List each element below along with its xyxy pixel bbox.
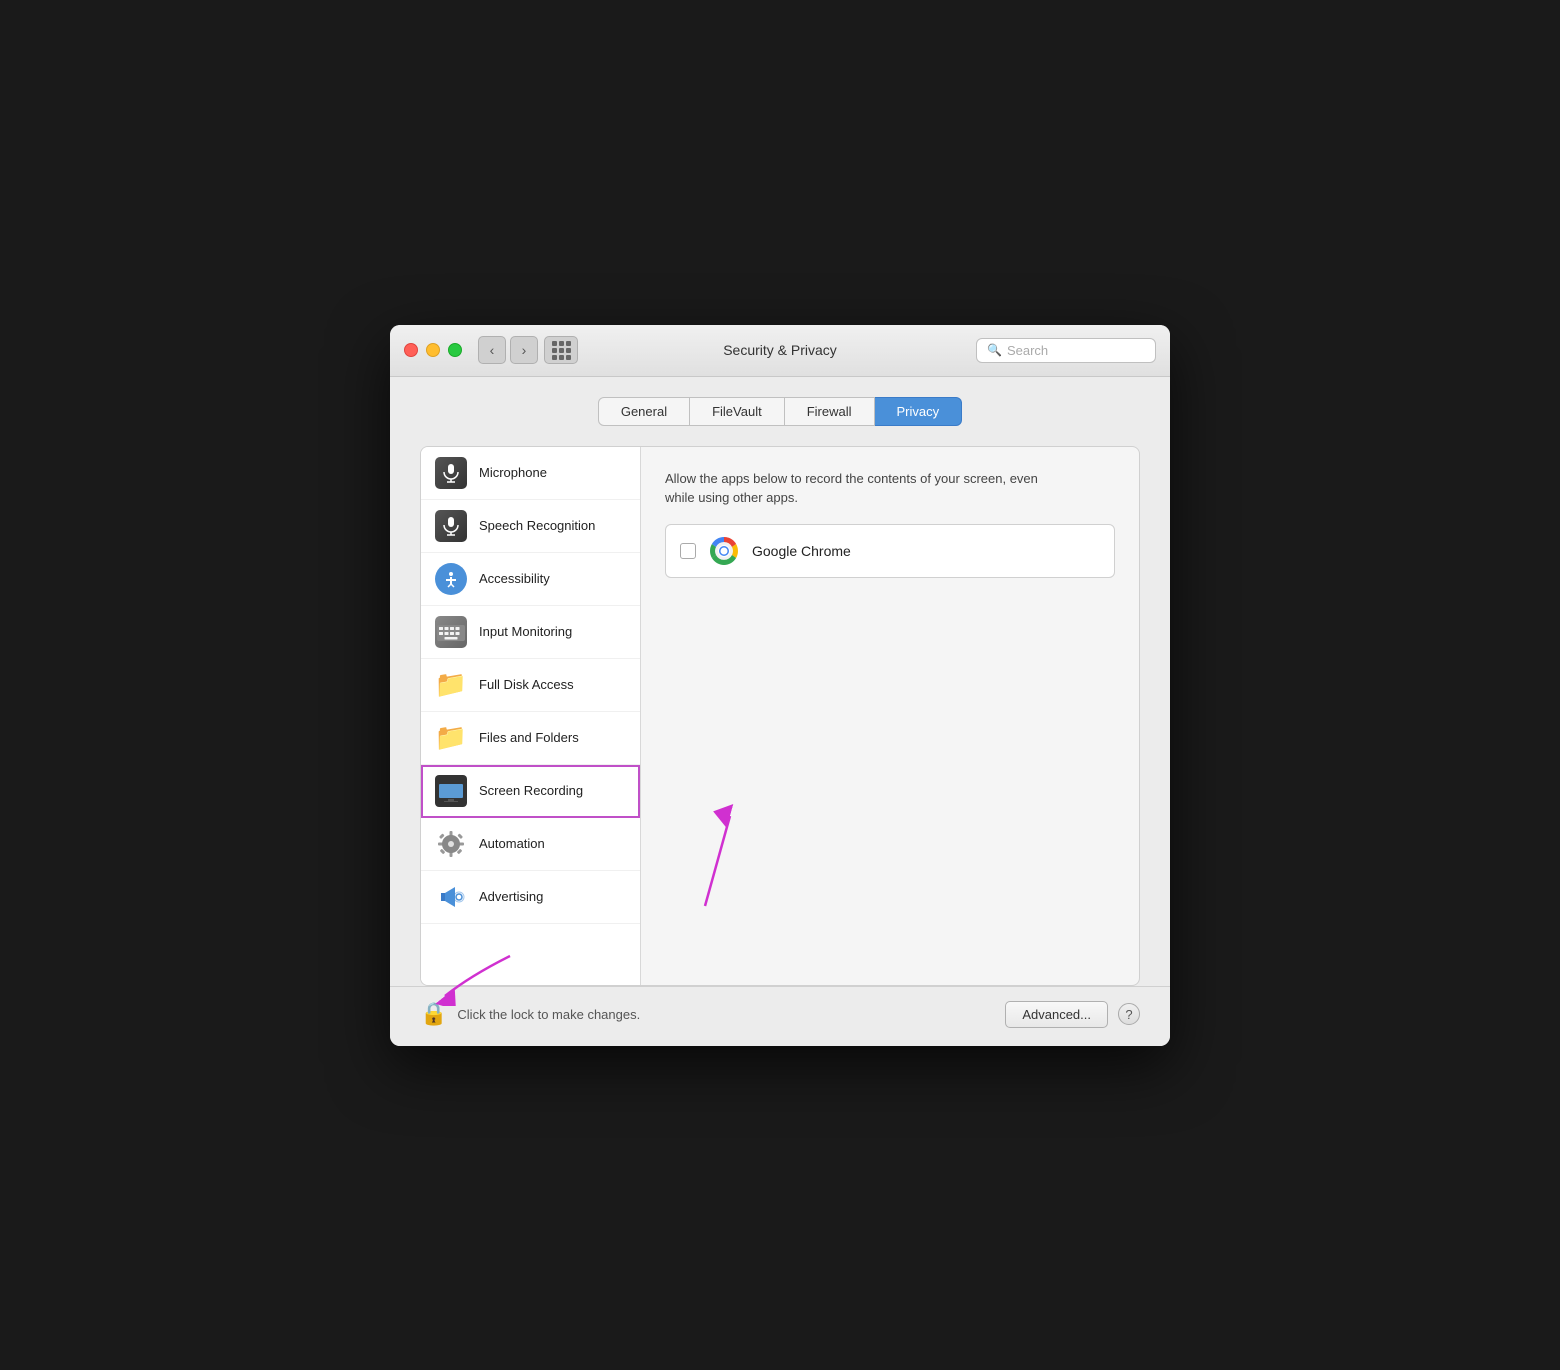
sidebar-item-full-disk[interactable]: 📁 Full Disk Access (421, 659, 640, 712)
sidebar-item-microphone[interactable]: Microphone (421, 447, 640, 500)
chrome-checkbox[interactable] (680, 543, 696, 559)
main-panel: Microphone Speech Recognition (420, 446, 1140, 986)
tab-privacy[interactable]: Privacy (875, 397, 963, 426)
lock-area: 🔒 Click the lock to make changes. (420, 1001, 640, 1027)
right-panel: Allow the apps below to record the conte… (641, 447, 1139, 985)
sidebar-label-automation: Automation (479, 836, 545, 851)
chrome-icon (708, 535, 740, 567)
close-button[interactable] (404, 343, 418, 357)
screen-recording-icon (435, 775, 467, 807)
sidebar-item-advertising[interactable]: Advertising (421, 871, 640, 924)
sidebar-label-full-disk: Full Disk Access (479, 677, 574, 692)
keyboard-icon (435, 616, 467, 648)
bottom-bar: 🔒 Click the lock to make changes. Advanc… (390, 986, 1170, 1046)
help-button[interactable]: ? (1118, 1003, 1140, 1025)
system-preferences-window: ‹ › Security & Privacy 🔍 General FileVau… (390, 325, 1170, 1046)
sidebar-item-automation[interactable]: Automation (421, 818, 640, 871)
tabs: General FileVault Firewall Privacy (420, 397, 1140, 426)
tab-general[interactable]: General (598, 397, 690, 426)
nav-buttons: ‹ › (478, 336, 538, 364)
window-title: Security & Privacy (723, 342, 837, 358)
app-row-chrome: Google Chrome (666, 525, 1114, 577)
sidebar-label-files-folders: Files and Folders (479, 730, 579, 745)
advanced-button[interactable]: Advanced... (1005, 1001, 1108, 1028)
sidebar: Microphone Speech Recognition (421, 447, 641, 985)
gear-icon (435, 828, 467, 860)
folder-files-icon: 📁 (435, 722, 467, 754)
apps-list: Google Chrome (665, 524, 1115, 578)
content-area: General FileVault Firewall Privacy (390, 377, 1170, 986)
tab-firewall[interactable]: Firewall (785, 397, 875, 426)
accessibility-icon (435, 563, 467, 595)
sidebar-item-files-folders[interactable]: 📁 Files and Folders (421, 712, 640, 765)
tab-filevault[interactable]: FileVault (690, 397, 785, 426)
sidebar-label-accessibility: Accessibility (479, 571, 550, 586)
back-button[interactable]: ‹ (478, 336, 506, 364)
description-text: Allow the apps below to record the conte… (665, 469, 1045, 508)
search-box[interactable]: 🔍 (976, 338, 1156, 363)
app-name-chrome: Google Chrome (752, 543, 851, 559)
sidebar-label-input-monitoring: Input Monitoring (479, 624, 572, 639)
folder-disk-icon: 📁 (435, 669, 467, 701)
megaphone-icon (435, 881, 467, 913)
minimize-button[interactable] (426, 343, 440, 357)
speech-icon (435, 510, 467, 542)
sidebar-label-screen-recording: Screen Recording (479, 783, 583, 798)
grid-button[interactable] (544, 336, 578, 364)
search-icon: 🔍 (987, 343, 1002, 357)
sidebar-item-accessibility[interactable]: Accessibility (421, 553, 640, 606)
sidebar-item-speech[interactable]: Speech Recognition (421, 500, 640, 553)
lock-text: Click the lock to make changes. (457, 1007, 640, 1022)
titlebar: ‹ › Security & Privacy 🔍 (390, 325, 1170, 377)
traffic-lights (404, 343, 462, 357)
sidebar-item-input-monitoring[interactable]: Input Monitoring (421, 606, 640, 659)
sidebar-item-screen-recording[interactable]: Screen Recording (421, 765, 640, 818)
lock-icon[interactable]: 🔒 (420, 1001, 447, 1027)
sidebar-label-speech: Speech Recognition (479, 518, 595, 533)
search-input[interactable] (1007, 343, 1145, 358)
main-panel-wrapper: Microphone Speech Recognition (420, 446, 1140, 986)
grid-icon (552, 341, 571, 360)
sidebar-label-advertising: Advertising (479, 889, 543, 904)
maximize-button[interactable] (448, 343, 462, 357)
forward-button[interactable]: › (510, 336, 538, 364)
microphone-icon (435, 457, 467, 489)
sidebar-label-microphone: Microphone (479, 465, 547, 480)
